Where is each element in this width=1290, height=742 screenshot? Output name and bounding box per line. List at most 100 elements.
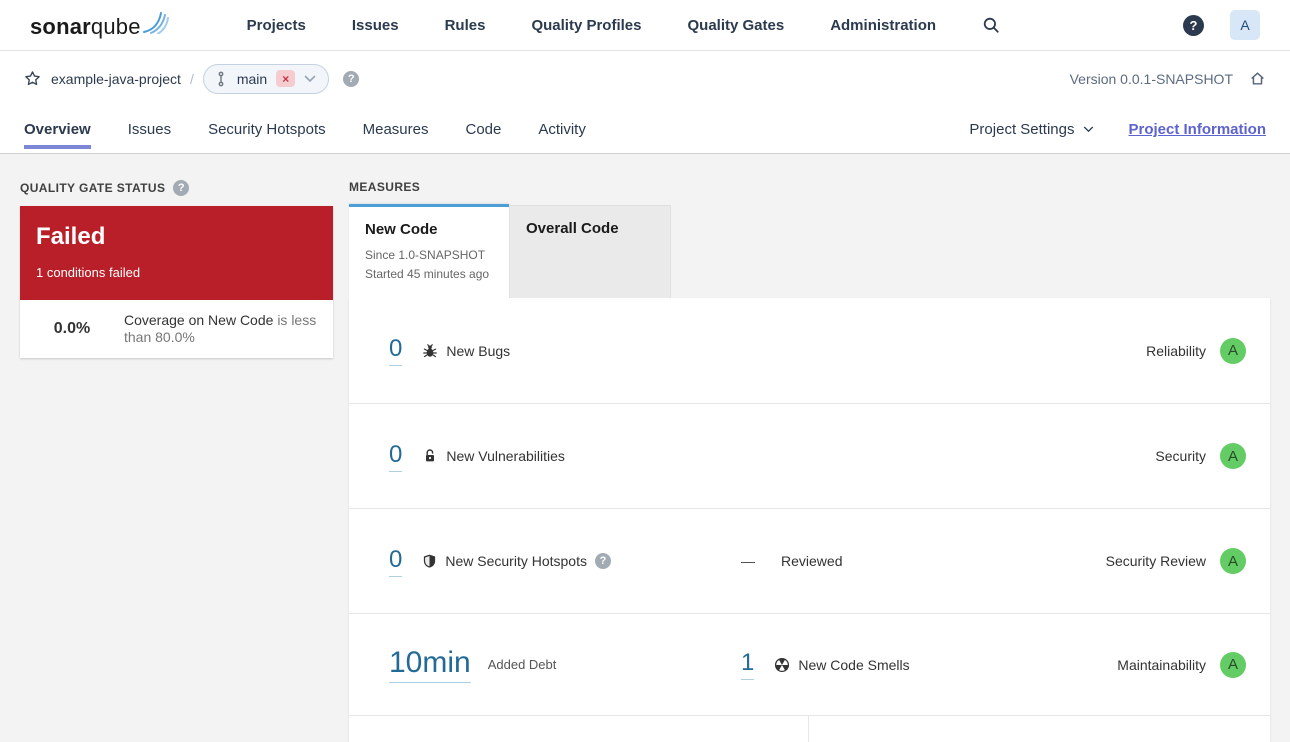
new-vulnerabilities-label-group: New Vulnerabilities — [422, 448, 565, 464]
new-vulnerabilities-label: New Vulnerabilities — [446, 448, 565, 464]
new-vulnerabilities-count-link[interactable]: 0 — [389, 441, 403, 472]
quality-gate-panel: QUALITY GATE STATUS ? Failed 1 condition… — [20, 180, 333, 742]
nav-projects[interactable]: Projects — [247, 17, 306, 34]
project-settings-dropdown[interactable]: Project Settings — [969, 121, 1094, 138]
quality-gate-status: Failed — [36, 223, 106, 250]
quality-gate-failed-banner: Failed 1 conditions failed — [20, 206, 333, 300]
tab-security-hotspots[interactable]: Security Hotspots — [208, 106, 326, 153]
bug-icon — [422, 343, 438, 359]
measure-row-security-hotspots: 0 New Security Hotspots ? — Reviewed Sec… — [349, 508, 1270, 613]
measures-title: MEASURES — [349, 180, 1270, 194]
new-bugs-count-link[interactable]: 0 — [389, 335, 403, 366]
quality-gate-conditions-summary: 1 conditions failed — [36, 265, 141, 280]
new-code-smells-count-link[interactable]: 1 — [741, 649, 755, 680]
overall-code-tab-label: Overall Code — [526, 220, 619, 237]
tabs-right-group: Project Settings Project Information — [969, 121, 1266, 138]
sonarqube-swoosh-icon — [142, 10, 169, 34]
top-navigation-bar: sonarqube Projects Issues Rules Quality … — [0, 0, 1290, 51]
measures-title-text: MEASURES — [349, 180, 421, 194]
new-code-since: Since 1.0-SNAPSHOT — [365, 248, 486, 262]
chevron-down-icon — [1083, 126, 1094, 133]
tab-issues[interactable]: Issues — [128, 106, 171, 153]
topnav-right-group: ? A — [1183, 10, 1260, 40]
condition-text: Coverage on New Code is less than 80.0% — [124, 312, 319, 346]
reliability-rating-group: Reliability A — [1146, 337, 1246, 364]
project-settings-label: Project Settings — [969, 121, 1075, 138]
security-hotspots-help-icon[interactable]: ? — [594, 553, 611, 569]
project-version: Version 0.0.1-SNAPSHOT — [1069, 70, 1233, 87]
new-code-smells-group: 1 New Code Smells — [741, 649, 910, 680]
overview-content: QUALITY GATE STATUS ? Failed 1 condition… — [0, 154, 1290, 742]
nav-issues[interactable]: Issues — [352, 17, 399, 34]
condition-value: 0.0% — [53, 320, 91, 337]
reviewed-label: Reviewed — [781, 553, 843, 569]
security-label: Security — [1155, 448, 1206, 464]
measure-row-bugs: 0 New Bugs Reliability A — [349, 298, 1270, 403]
tab-overall-code[interactable]: Overall Code — [509, 205, 671, 298]
maintainability-rating-badge: A — [1220, 651, 1246, 678]
added-debt-label: Added Debt — [487, 657, 557, 672]
search-icon[interactable] — [982, 16, 1000, 34]
nav-rules[interactable]: Rules — [445, 17, 486, 34]
main-menu: Projects Issues Rules Quality Profiles Q… — [247, 17, 936, 34]
tab-overview[interactable]: Overview — [24, 106, 91, 153]
condition-metric-link[interactable]: Coverage on New Code — [124, 312, 273, 328]
new-bugs-label: New Bugs — [446, 342, 511, 359]
reliability-label: Reliability — [1146, 342, 1206, 359]
maintainability-rating-group: Maintainability A — [1117, 651, 1246, 678]
security-rating-group: Security A — [1155, 443, 1246, 469]
code-smell-icon — [774, 657, 790, 673]
tab-measures[interactable]: Measures — [363, 106, 429, 153]
security-rating-badge: A — [1220, 443, 1246, 469]
coverage-cell-partial — [349, 716, 809, 742]
favorite-star-icon[interactable] — [24, 70, 41, 87]
nav-quality-gates[interactable]: Quality Gates — [687, 17, 784, 34]
measure-row-vulnerabilities: 0 New Vulnerabilities Security A — [349, 403, 1270, 508]
new-code-smells-label: New Code Smells — [798, 656, 910, 673]
project-information-link[interactable]: Project Information — [1128, 121, 1266, 138]
sonarqube-logo[interactable]: sonarqube — [30, 10, 169, 40]
open-lock-icon — [422, 448, 438, 464]
added-debt-value-link[interactable]: 10min — [389, 646, 471, 683]
home-icon[interactable] — [1249, 70, 1266, 87]
help-icon[interactable]: ? — [1183, 14, 1204, 36]
new-security-hotspots-count-link[interactable]: 0 — [389, 546, 403, 577]
breadcrumb-separator: / — [189, 70, 194, 87]
branch-failed-badge-close-icon[interactable]: × — [276, 70, 296, 87]
reliability-rating-badge: A — [1220, 337, 1246, 364]
hotspots-reviewed-group: — Reviewed — [741, 553, 842, 569]
security-review-rating-badge: A — [1220, 548, 1246, 574]
measures-next-row-partial — [349, 715, 1270, 742]
new-bugs-label-group: New Bugs — [422, 343, 510, 359]
duplications-cell-partial — [809, 716, 1270, 742]
chevron-down-icon — [304, 75, 316, 83]
tab-activity[interactable]: Activity — [538, 106, 586, 153]
new-code-started: Started 45 minutes ago — [365, 267, 490, 281]
nav-administration[interactable]: Administration — [830, 17, 936, 34]
branch-icon — [214, 71, 228, 87]
measure-row-maintainability: 10min Added Debt 1 New Code Smells Maint… — [349, 613, 1270, 715]
breadcrumb: example-java-project / main × ? Version … — [20, 51, 1270, 106]
new-security-hotspots-label: New Security Hotspots — [445, 553, 587, 569]
new-code-smells-label-group: New Code Smells — [774, 656, 910, 673]
tab-new-code[interactable]: New Code Since 1.0-SNAPSHOT Started 45 m… — [349, 204, 509, 298]
quality-gate-help-icon[interactable]: ? — [173, 180, 190, 196]
sonarqube-logo-text: sonarqube — [30, 14, 141, 39]
breadcrumb-right-group: Version 0.0.1-SNAPSHOT — [1070, 70, 1266, 87]
project-name-link[interactable]: example-java-project — [51, 71, 181, 87]
branch-selector[interactable]: main × — [202, 63, 330, 94]
new-code-tab-label: New Code — [365, 221, 438, 238]
measures-body: 0 New Bugs Reliability A 0 New Vulnerabi… — [349, 298, 1270, 742]
user-avatar[interactable]: A — [1230, 10, 1260, 40]
reviewed-value: — — [741, 553, 755, 569]
quality-gate-card: Failed 1 conditions failed 0.0% Coverage… — [20, 206, 333, 358]
project-tabs: Overview Issues Security Hotspots Measur… — [20, 106, 1270, 153]
shield-icon — [422, 553, 437, 569]
maintainability-label: Maintainability — [1117, 656, 1206, 673]
branch-name: main — [236, 70, 268, 87]
branch-help-icon[interactable]: ? — [343, 70, 360, 87]
security-review-rating-group: Security Review A — [1106, 548, 1246, 574]
nav-quality-profiles[interactable]: Quality Profiles — [531, 17, 641, 34]
project-context-header: example-java-project / main × ? Version … — [0, 51, 1290, 154]
tab-code[interactable]: Code — [465, 106, 501, 153]
